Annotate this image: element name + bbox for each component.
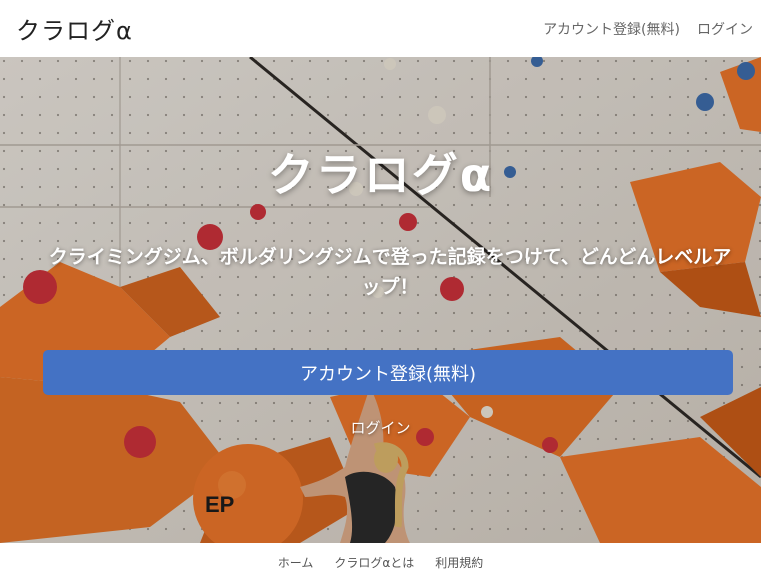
hero-title: クラログα <box>267 148 494 202</box>
hero-section: EP クラログα クライミングジム、ボルダリングジムで登った記録をつけて、どんど… <box>0 57 761 543</box>
hero-login-link[interactable]: ログイン <box>0 417 761 438</box>
footer: ホーム クラログαとは 利用規約 <box>0 543 761 581</box>
register-button[interactable]: アカウント登録(無料) <box>43 350 733 395</box>
brand-logo[interactable]: クラログα <box>16 11 133 46</box>
nav-links: アカウント登録(無料) ログイン <box>543 19 753 39</box>
navbar: クラログα アカウント登録(無料) ログイン <box>0 0 761 57</box>
footer-home-link[interactable]: ホーム <box>278 554 314 571</box>
hero-login-label: ログイン <box>350 419 411 437</box>
nav-login-link[interactable]: ログイン <box>697 19 753 39</box>
footer-terms-link[interactable]: 利用規約 <box>435 554 483 571</box>
hero-tagline: クライミングジム、ボルダリングジムで登った記録をつけて、どんどんレベルアップ！ <box>48 246 732 298</box>
nav-register-link[interactable]: アカウント登録(無料) <box>543 19 680 39</box>
footer-about-link[interactable]: クラログαとは <box>334 554 414 571</box>
